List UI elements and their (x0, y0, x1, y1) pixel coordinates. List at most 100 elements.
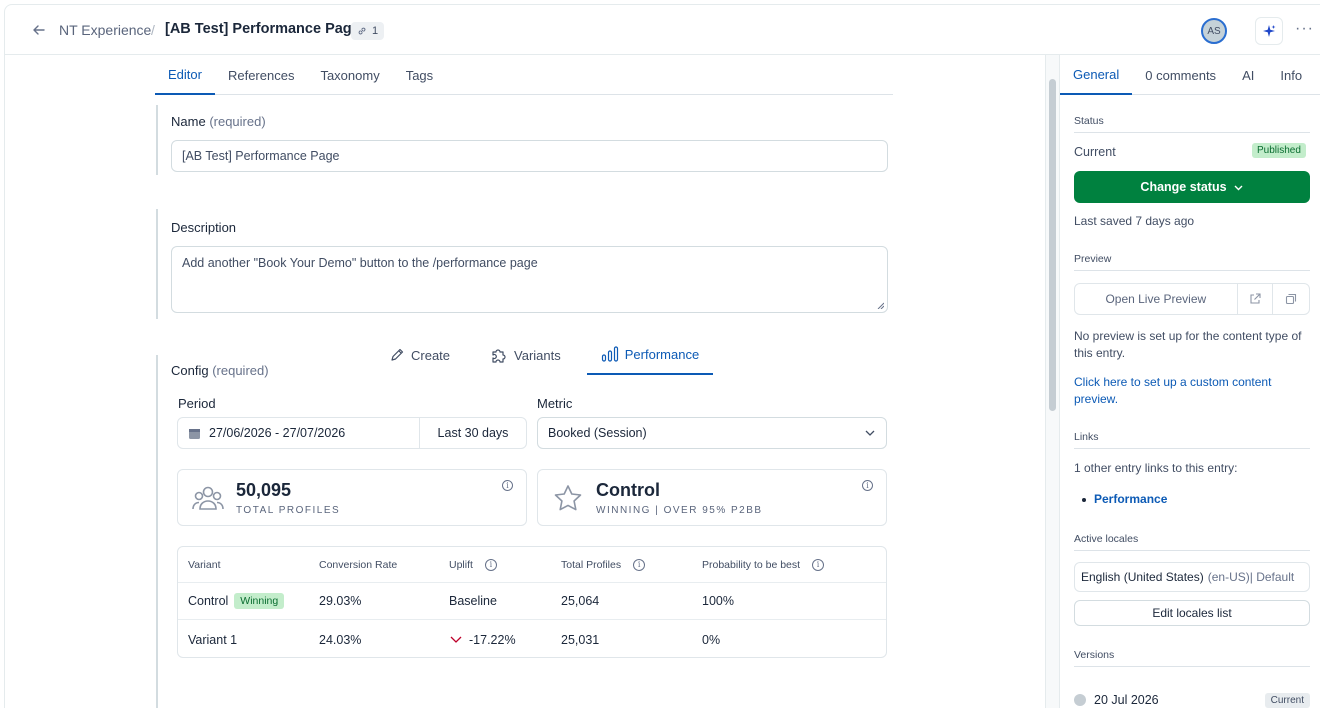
kpi-winner-caption: WINNING | OVER 95% P2BB (596, 505, 763, 516)
row-profiles: 25,064 (561, 594, 600, 608)
results-table: Variant Conversion Rate Uplift i Total P… (177, 546, 887, 658)
last-saved-text: Last saved 7 days ago (1074, 214, 1195, 228)
info-icon[interactable]: i (862, 480, 873, 491)
scrollbar-thumb[interactable] (1049, 79, 1056, 411)
header-conversion-rate: Conversion Rate (319, 558, 398, 571)
info-icon[interactable]: i (633, 558, 646, 571)
external-link-icon (1250, 293, 1261, 304)
header-probability: Probability to be best i (702, 547, 825, 582)
puzzle-icon (492, 349, 506, 363)
row-conversion: 24.03% (319, 632, 362, 647)
chevron-down-icon (1234, 185, 1243, 190)
description-field-block: Description Add another "Book Your Demo"… (156, 209, 893, 319)
copy-link-button[interactable] (1273, 284, 1309, 314)
subtab-variants-label: Variants (514, 347, 561, 363)
period-dates-text: 27/06/2026 - 27/07/2026 (209, 426, 346, 440)
edit-locales-button[interactable]: Edit locales list (1074, 600, 1310, 626)
active-locale: English (United States) (en-US) | Defaul… (1074, 562, 1310, 592)
description-textarea[interactable]: Add another "Book Your Demo" button to t… (171, 246, 888, 313)
open-live-preview-button[interactable]: Open Live Preview (1075, 284, 1238, 314)
tab-info[interactable]: Info (1267, 55, 1315, 95)
tab-references[interactable]: References (215, 55, 307, 95)
row-uplift: Baseline (449, 594, 497, 608)
metric-select[interactable]: Booked (Session) (537, 417, 887, 449)
tab-general[interactable]: General (1060, 55, 1133, 95)
kpi-total-profiles-caption: TOTAL PROFILES (236, 505, 341, 516)
resize-handle-icon[interactable] (877, 302, 884, 309)
breadcrumb-parent[interactable]: NT Experience (59, 22, 151, 38)
version-item[interactable]: 20 Jul 2026 Current (1074, 691, 1310, 708)
more-options-icon[interactable]: ··· (1295, 20, 1314, 38)
period-date-range[interactable]: 27/06/2026 - 27/07/2026 (178, 418, 420, 448)
period-preset[interactable]: Last 30 days (420, 426, 526, 440)
info-icon[interactable]: i (812, 558, 825, 571)
external-link-button[interactable] (1238, 284, 1274, 314)
info-icon[interactable]: i (484, 558, 497, 571)
editor-tabs: Editor References Taxonomy Tags (155, 55, 893, 95)
calendar-icon (189, 428, 200, 439)
variant-name: Control (188, 594, 229, 608)
subtab-performance[interactable]: Performance (586, 335, 714, 375)
linked-entry-item: Performance (1074, 491, 1310, 508)
change-status-button[interactable]: Change status (1074, 171, 1310, 203)
breadcrumb-separator: / (151, 22, 155, 38)
back-arrow-icon[interactable] (29, 20, 49, 40)
versions-section-title: Versions (1074, 649, 1310, 667)
tab-comments[interactable]: 0 comments (1132, 55, 1229, 95)
star-icon (554, 485, 582, 511)
tab-editor[interactable]: Editor (155, 55, 215, 95)
preview-controls: Open Live Preview (1074, 283, 1310, 315)
row-uplift: -17.22% (449, 620, 516, 657)
preview-section-title: Preview (1074, 253, 1310, 271)
published-badge: Published (1252, 143, 1306, 158)
kpi-card-winner: Control WINNING | OVER 95% P2BB i (537, 469, 887, 526)
header-variant: Variant (188, 558, 221, 571)
row-profiles: 25,031 (561, 632, 600, 647)
name-label-text: Name (171, 114, 206, 129)
header-uplift-label: Uplift (449, 558, 473, 571)
ai-assistant-button[interactable] (1255, 17, 1283, 45)
linked-entry-link[interactable]: Performance (1094, 491, 1167, 508)
period-picker[interactable]: 27/06/2026 - 27/07/2026 Last 30 days (177, 417, 527, 449)
user-avatar[interactable]: AS (1201, 18, 1227, 44)
link-icon (358, 27, 366, 35)
chevron-down-icon (450, 636, 462, 643)
config-required-hint: (required) (212, 363, 269, 378)
period-label: Period (178, 396, 216, 411)
setup-preview-link[interactable]: Click here to set up a custom content pr… (1074, 374, 1310, 408)
no-preview-text: No preview is set up for the content typ… (1074, 329, 1302, 360)
header-total-profiles: Total Profiles i (561, 547, 646, 582)
header-uplift: Uplift i (449, 547, 497, 582)
tab-tags[interactable]: Tags (393, 55, 446, 95)
change-status-label: Change status (1140, 180, 1227, 194)
row-variant: Control Winning (188, 583, 285, 619)
editor-scrollbar[interactable] (1045, 55, 1059, 708)
header-total-profiles-label: Total Profiles (561, 558, 622, 571)
row-conversion: 29.03% (319, 594, 362, 608)
header-probability-label: Probability to be best (702, 558, 801, 571)
chevron-down-icon (865, 430, 875, 436)
table-row: Variant 1 24.03% -17.22% 25,031 0% (178, 620, 886, 657)
row-probability: 0% (702, 632, 721, 647)
subtab-variants[interactable]: Variants (476, 335, 575, 375)
locale-name: English (United States) (1081, 570, 1204, 584)
row-variant: Variant 1 (188, 632, 238, 647)
locale-code: (en-US) (1207, 570, 1250, 584)
name-label: Name (required) (171, 114, 893, 129)
locale-default: | Default (1249, 570, 1295, 584)
subtab-create[interactable]: Create (375, 335, 464, 375)
winning-badge: Winning (234, 593, 285, 609)
kpi-winner-value: Control (596, 480, 660, 500)
metric-label: Metric (537, 396, 573, 411)
bullet-icon (1082, 497, 1086, 502)
references-count: 1 (372, 25, 379, 37)
references-pill[interactable]: 1 (351, 22, 385, 40)
tab-ai[interactable]: AI (1229, 55, 1267, 95)
subtab-create-label: Create (411, 347, 451, 363)
description-label: Description (171, 220, 237, 235)
app-window: NT Experience / [AB Test] Performance Pa… (4, 4, 1320, 708)
config-subtabs: Create Variants Performance (375, 335, 714, 375)
name-input[interactable]: [AB Test] Performance Page (171, 140, 888, 172)
info-icon[interactable]: i (502, 480, 513, 491)
tab-taxonomy[interactable]: Taxonomy (307, 55, 392, 95)
